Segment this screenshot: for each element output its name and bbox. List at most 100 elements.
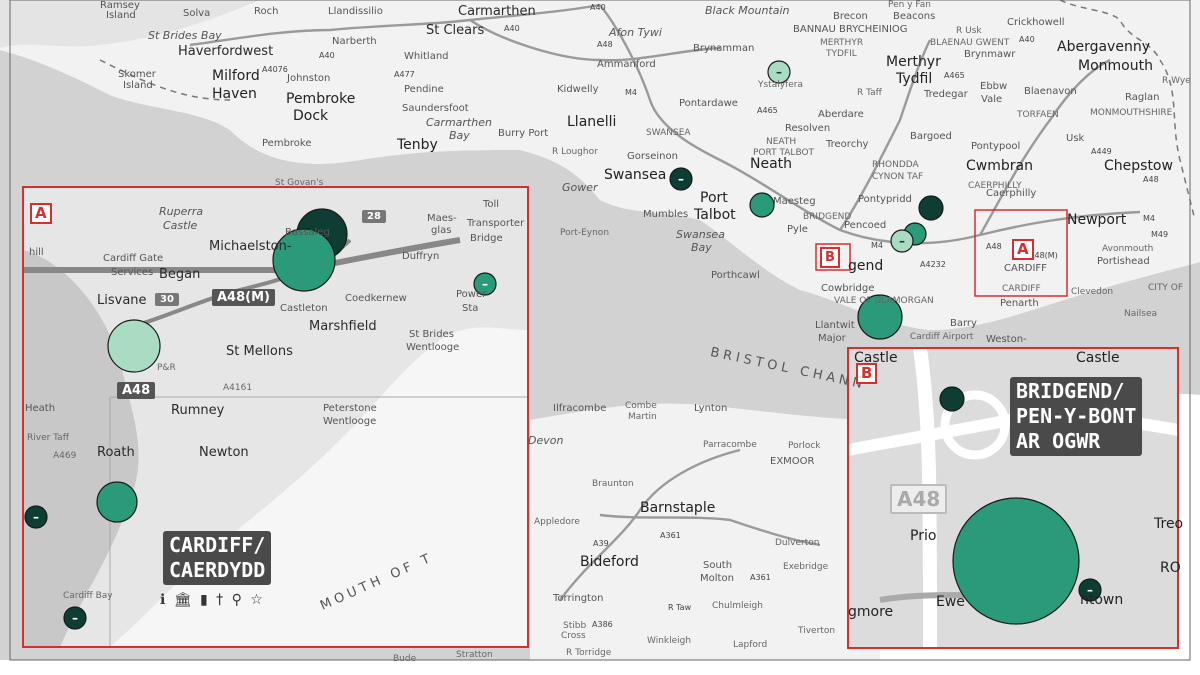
place-label-penyfan: Pen y Fan <box>888 0 931 10</box>
place-label-ia-sta: Sta <box>462 303 479 314</box>
place-label-nailsea: Nailsea <box>1124 309 1157 319</box>
place-label-ia-bridge: Bridge <box>470 233 503 244</box>
place-label-ia-bassaleg: Bassaleg <box>285 227 330 238</box>
marker-label: – <box>33 510 39 524</box>
place-label-porthcawl: Porthcawl <box>711 270 760 281</box>
main-tag-a[interactable]: A <box>1012 239 1034 260</box>
road-label-a48b: A48 <box>1143 175 1159 184</box>
place-label-johnston: Johnston <box>287 73 331 84</box>
place-label-rloughor: R Loughor <box>552 147 598 157</box>
place-label-pembroke2: Pembroke <box>262 138 312 149</box>
marker-m-swansea[interactable]: – <box>669 167 693 191</box>
place-label-ia-ruperra: Ruperra <box>159 205 204 218</box>
place-label-swansea: Swansea <box>604 167 667 183</box>
place-label-cowbridge: Cowbridge <box>821 283 875 294</box>
place-label-ia-lisvane: Lisvane <box>97 293 147 308</box>
marker-mb-castle[interactable] <box>939 386 965 412</box>
place-label-island: Island <box>106 10 136 21</box>
place-label-clevedon: Clevedon <box>1071 287 1114 297</box>
place-label-roch: Roch <box>254 6 279 17</box>
place-label-stibb: Stibb <box>563 621 587 631</box>
place-label-blaenavon: Blaenavon <box>1024 86 1077 97</box>
place-label-ia-heath: Heath <box>25 403 56 414</box>
place-label-talbot: Talbot <box>694 207 736 223</box>
place-label-pencoed: Pencoed <box>844 220 887 231</box>
place-label-ia-glas: glas <box>431 225 452 236</box>
road-label-a465: A465 <box>757 106 778 115</box>
place-label-torfaen: TORFAEN <box>1017 110 1059 120</box>
place-label-rtaff: R Taff <box>857 88 882 98</box>
place-label-tiverton: Tiverton <box>798 626 836 636</box>
road-label-m4b: M4 <box>1143 214 1155 223</box>
place-label-stgovans: St Govan's <box>275 178 324 188</box>
place-label-neathsm: NEATH <box>766 137 797 147</box>
place-label-lapford: Lapford <box>733 640 768 650</box>
place-label-devon: Devon <box>528 434 564 447</box>
road-shield-28: 28 <box>362 210 386 223</box>
road-label-a40c: A40 <box>319 51 335 60</box>
place-label-abergavenny: Abergavenny <box>1057 39 1150 55</box>
road-label-rtaw: R Taw <box>668 603 692 612</box>
place-label-cardiffsm2: CARDIFF <box>1002 284 1041 294</box>
place-label-treorchy: Treorchy <box>826 139 869 150</box>
place-label-rtorridge: R Torridge <box>566 648 612 658</box>
place-label-chepstow: Chepstow <box>1104 158 1173 174</box>
marker-circle[interactable] <box>96 481 138 523</box>
place-label-stratton: Stratton <box>456 650 493 660</box>
marker-circle[interactable] <box>918 195 944 221</box>
marker-circle[interactable] <box>107 319 161 373</box>
place-label-ia-a469: A469 <box>53 451 77 461</box>
place-label-exmoor: EXMOOR <box>770 456 815 467</box>
place-label-crickhowell: Crickhowell <box>1007 17 1065 28</box>
place-label-caerphilly: Caerphilly <box>986 188 1037 199</box>
marker-m-m4[interactable]: – <box>890 229 914 253</box>
place-label-mumbles: Mumbles <box>643 209 689 220</box>
marker-circle[interactable] <box>939 386 965 412</box>
place-label-southmolton2: Molton <box>700 573 734 584</box>
place-label-combe: Combe <box>625 401 657 411</box>
marker-ma-heath[interactable]: – <box>24 505 48 529</box>
place-label-carmbay2: Bay <box>449 129 470 142</box>
place-label-ia-pr: P&R <box>157 363 176 373</box>
place-label-ia-services: Services <box>111 267 154 278</box>
marker-ma-lisvane[interactable] <box>107 319 161 373</box>
road-shield-a48: A48 <box>117 382 156 399</box>
marker-circle[interactable] <box>749 192 775 218</box>
marker-ma-bay[interactable]: – <box>63 606 87 630</box>
place-label-ia-began: Began <box>159 267 201 282</box>
place-label-skomerisl: Island <box>123 80 153 91</box>
place-label-ia-maes: Maes- <box>427 213 457 224</box>
place-label-southmolton: South <box>703 560 733 571</box>
place-label-barnstaple: Barnstaple <box>640 500 716 516</box>
place-label-ia-toll: Toll <box>483 199 500 210</box>
road-label-a465b: A465 <box>944 71 965 80</box>
place-label-merthyr: Merthyr <box>886 54 941 70</box>
road-label-a4076: A4076 <box>262 65 288 74</box>
place-label-usk: Usk <box>1066 133 1085 144</box>
place-label-exebridge: Exebridge <box>783 562 829 572</box>
place-label-ia-newton: Newton <box>199 445 249 460</box>
road-label-a40d: A40 <box>1019 35 1035 44</box>
marker-mb-centre[interactable] <box>952 497 1080 625</box>
place-label-bude: Bude <box>393 654 417 664</box>
marker-m-pontypridd[interactable] <box>918 195 944 221</box>
place-label-ib-ro: RO <box>1160 560 1181 576</box>
place-label-pyle: Pyle <box>787 224 808 235</box>
place-label-ia-power: Power <box>456 289 487 300</box>
place-label-ia-marshfield: Marshfield <box>309 319 377 334</box>
place-label-saundersfoot: Saundersfoot <box>402 103 469 114</box>
place-label-ia-michaelston: Michaelston- <box>209 239 292 254</box>
main-tag-b[interactable]: B <box>820 247 840 268</box>
marker-m-porttalbot[interactable] <box>749 192 775 218</box>
road-label-a361: A361 <box>660 531 681 540</box>
bridgend-city-label: BRIDGEND/ PEN-Y-BONT AR OGWR <box>1010 377 1143 456</box>
marker-label: – <box>899 234 905 248</box>
place-label-aberdare: Aberdare <box>818 109 864 120</box>
road-label-a40a: A40 <box>590 3 606 12</box>
marker-circle[interactable] <box>952 497 1080 625</box>
place-label-cardiffsm: CARDIFF <box>1004 263 1047 274</box>
marker-ma-roath[interactable] <box>96 481 138 523</box>
place-label-whitland: Whitland <box>404 51 449 62</box>
place-label-haven: Haven <box>212 86 257 102</box>
place-label-ib-ntown: ntown <box>1080 592 1124 608</box>
